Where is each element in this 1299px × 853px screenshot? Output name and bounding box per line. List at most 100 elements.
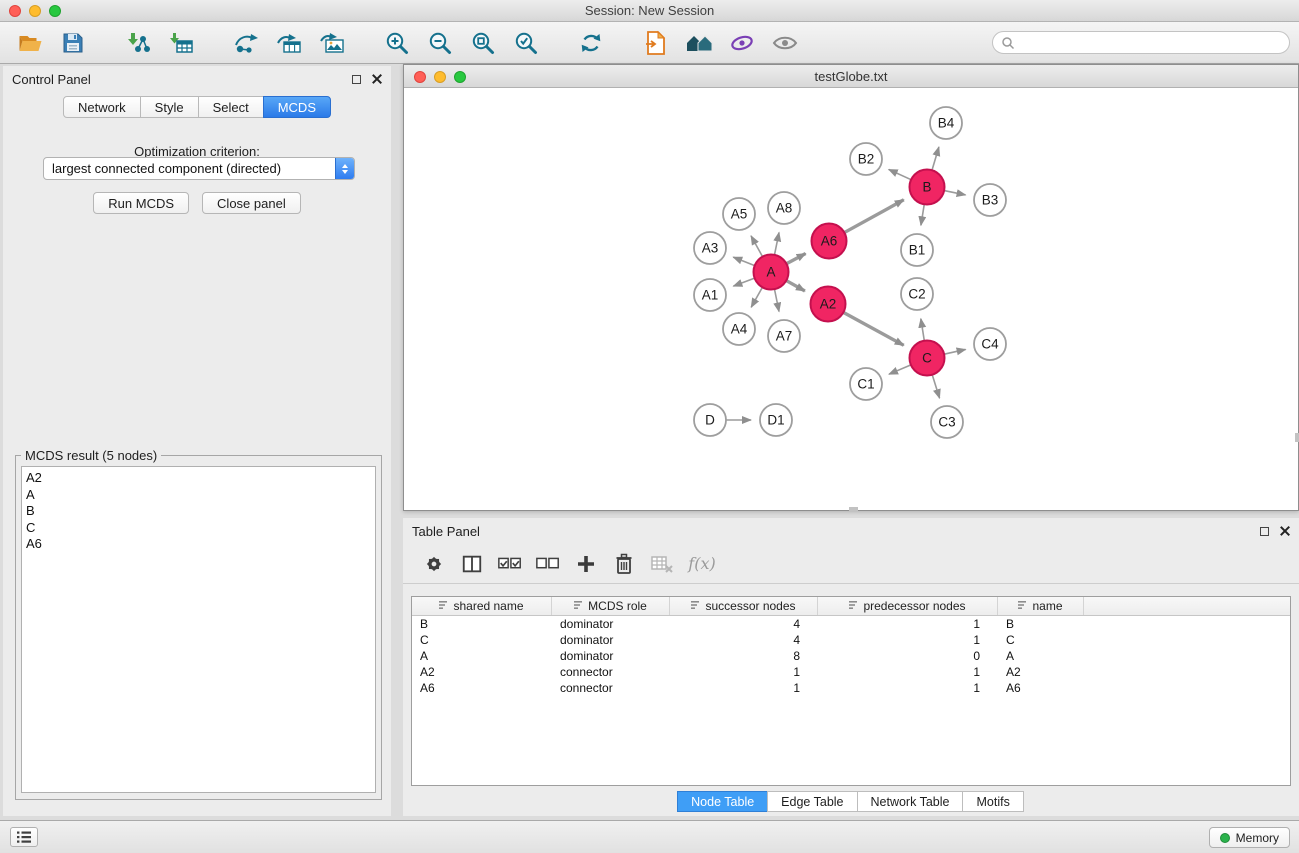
table-cell[interactable]: 1	[818, 633, 998, 647]
zoom-window-button[interactable]	[49, 5, 61, 17]
node-A7[interactable]: A7	[768, 320, 800, 352]
open-document-button[interactable]	[638, 26, 674, 60]
node-C4[interactable]: C4	[974, 328, 1006, 360]
export-image-button[interactable]	[314, 26, 350, 60]
zoom-selected-button[interactable]	[508, 26, 544, 60]
table-cell[interactable]: 1	[670, 665, 818, 679]
table-cell[interactable]: 1	[818, 617, 998, 631]
result-list-item[interactable]: A	[26, 487, 371, 504]
delete-column-button[interactable]	[611, 550, 637, 578]
table-settings-button[interactable]	[421, 550, 447, 578]
result-list-item[interactable]: A2	[26, 470, 371, 487]
search-input[interactable]	[1020, 36, 1281, 50]
memory-button[interactable]: Memory	[1209, 827, 1290, 848]
tab-network[interactable]: Network	[63, 96, 141, 118]
table-cell[interactable]: 4	[670, 633, 818, 647]
node-A3[interactable]: A3	[694, 232, 726, 264]
edge-B-B1[interactable]	[921, 204, 924, 225]
edge-C-C4[interactable]	[944, 349, 966, 354]
table-cell[interactable]: 1	[818, 681, 998, 695]
table-cell[interactable]: B	[412, 617, 552, 631]
edge-A2-C[interactable]	[843, 312, 903, 345]
table-cell[interactable]: B	[998, 617, 1084, 631]
table-row[interactable]: Adominator80A	[412, 648, 1290, 664]
node-B2[interactable]: B2	[850, 143, 882, 175]
window-titlebar[interactable]: Session: New Session	[0, 0, 1299, 22]
table-row[interactable]: A6connector11A6	[412, 680, 1290, 696]
home-button[interactable]	[681, 26, 717, 60]
save-session-button[interactable]	[55, 26, 91, 60]
tab-edge-table[interactable]: Edge Table	[767, 791, 857, 812]
close-table-panel-icon[interactable]	[1280, 526, 1290, 536]
column-header[interactable]: successor nodes	[670, 597, 818, 615]
show-hide-button[interactable]	[767, 26, 803, 60]
tab-mcds[interactable]: MCDS	[263, 96, 331, 118]
table-cell[interactable]: 1	[670, 681, 818, 695]
table-cell[interactable]: C	[412, 633, 552, 647]
network-canvas-svg[interactable]: B4B2BB3A5A8A6A3B1AA1C2A2A4A7C4CC1DD1C3	[404, 88, 1298, 509]
resize-tick-right[interactable]	[1295, 433, 1299, 442]
table-cell[interactable]: dominator	[552, 649, 670, 663]
edge-A-A6[interactable]	[786, 253, 805, 263]
column-chooser-button[interactable]	[459, 550, 485, 578]
table-cell[interactable]: 1	[818, 665, 998, 679]
add-column-button[interactable]	[573, 550, 599, 578]
open-session-button[interactable]	[12, 26, 48, 60]
table-cell[interactable]: 0	[818, 649, 998, 663]
optimization-criterion-select[interactable]: largest connected component (directed)	[43, 157, 355, 180]
table-cell[interactable]: A	[412, 649, 552, 663]
column-header[interactable]: predecessor nodes	[818, 597, 998, 615]
run-mcds-button[interactable]: Run MCDS	[93, 192, 189, 214]
network-minimize-button[interactable]	[434, 71, 446, 83]
node-D[interactable]: D	[694, 404, 726, 436]
node-C1[interactable]: C1	[850, 368, 882, 400]
function-builder-button[interactable]: f(x)	[687, 550, 713, 578]
float-table-panel-icon[interactable]	[1260, 527, 1269, 536]
zoom-out-button[interactable]	[422, 26, 458, 60]
apply-layout-button[interactable]	[573, 26, 609, 60]
table-cell[interactable]: C	[998, 633, 1084, 647]
task-history-button[interactable]	[10, 827, 38, 847]
edge-A6-B[interactable]	[844, 200, 903, 233]
node-A2[interactable]: A2	[811, 287, 846, 322]
float-panel-icon[interactable]	[352, 75, 361, 84]
result-list-item[interactable]: C	[26, 520, 371, 537]
edge-A-A5[interactable]	[751, 236, 762, 257]
tab-select[interactable]: Select	[198, 96, 264, 118]
table-cell[interactable]: A6	[412, 681, 552, 695]
node-A[interactable]: A	[754, 255, 789, 290]
node-A6[interactable]: A6	[812, 224, 847, 259]
mcds-result-list[interactable]: A2ABCA6	[21, 466, 376, 793]
network-window-titlebar[interactable]: testGlobe.txt	[404, 65, 1298, 88]
table-cell[interactable]: 4	[670, 617, 818, 631]
zoom-in-button[interactable]	[379, 26, 415, 60]
tab-motifs[interactable]: Motifs	[962, 791, 1023, 812]
node-A1[interactable]: A1	[694, 279, 726, 311]
search-field[interactable]	[992, 31, 1290, 54]
node-B3[interactable]: B3	[974, 184, 1006, 216]
new-network-button[interactable]	[228, 26, 264, 60]
edge-A-A7[interactable]	[774, 289, 779, 311]
import-table-button[interactable]	[163, 26, 199, 60]
tab-node-table[interactable]: Node Table	[677, 791, 768, 812]
result-list-item[interactable]: B	[26, 503, 371, 520]
table-cell[interactable]: connector	[552, 665, 670, 679]
delete-table-button[interactable]	[649, 550, 675, 578]
close-panel-button[interactable]: Close panel	[202, 192, 301, 214]
table-cell[interactable]: 8	[670, 649, 818, 663]
node-C2[interactable]: C2	[901, 278, 933, 310]
edge-A-A2[interactable]	[786, 281, 805, 291]
node-D1[interactable]: D1	[760, 404, 792, 436]
edge-A-A8[interactable]	[774, 232, 779, 254]
network-canvas[interactable]: B4B2BB3A5A8A6A3B1AA1C2A2A4A7C4CC1DD1C3	[404, 88, 1298, 510]
table-cell[interactable]: A	[998, 649, 1084, 663]
edge-C-C2[interactable]	[921, 319, 924, 341]
table-cell[interactable]: A6	[998, 681, 1084, 695]
column-header[interactable]: MCDS role	[552, 597, 670, 615]
table-cell[interactable]: dominator	[552, 617, 670, 631]
minimize-window-button[interactable]	[29, 5, 41, 17]
close-window-button[interactable]	[9, 5, 21, 17]
table-cell[interactable]: A2	[998, 665, 1084, 679]
edge-C-C1[interactable]	[889, 365, 911, 374]
node-A5[interactable]: A5	[723, 198, 755, 230]
